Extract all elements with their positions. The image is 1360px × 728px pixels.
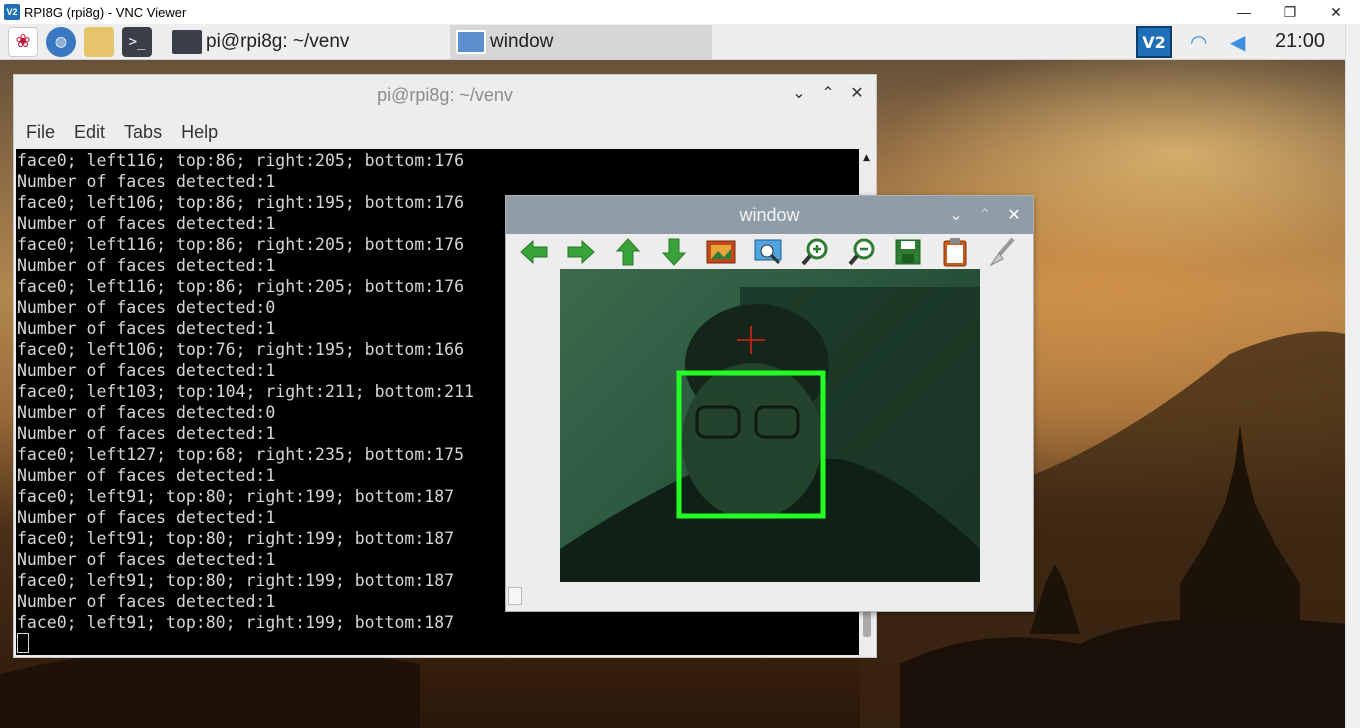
- taskbar-task-terminal-label: pi@rpi8g: ~/venv: [206, 30, 350, 52]
- save-icon[interactable]: [893, 236, 925, 268]
- scroll-thumb[interactable]: [863, 611, 871, 637]
- minimize-button[interactable]: —: [1221, 0, 1267, 24]
- scroll-up-arrow-icon[interactable]: ▲: [863, 153, 870, 163]
- vnc-titlebar: V2 RPI8G (rpi8g) - VNC Viewer — ❐ ✕: [0, 0, 1360, 24]
- terminal-launcher-icon[interactable]: >_: [122, 26, 152, 57]
- menu-edit[interactable]: Edit: [74, 122, 105, 143]
- menu-tabs[interactable]: Tabs: [124, 122, 162, 143]
- remote-desktop: ❀ ◍ >_ pi@rpi8g: ~/venv window V2 ◠ ◀ 21…: [0, 24, 1345, 728]
- window-task-icon: [456, 29, 486, 54]
- terminal-menubar: File Edit Tabs Help: [14, 115, 876, 149]
- image-icon[interactable]: [705, 236, 737, 268]
- volume-icon[interactable]: ◀: [1230, 30, 1245, 54]
- vnc-tray-icon[interactable]: V2: [1136, 26, 1172, 58]
- cv-toolbar: [506, 234, 1033, 270]
- cv-status-indicator: [508, 587, 522, 605]
- cv-image-window: window ⌄ ⌃ ✕: [505, 195, 1034, 612]
- restore-button[interactable]: ❐: [1267, 0, 1313, 24]
- taskbar-task-terminal[interactable]: pi@rpi8g: ~/venv: [166, 25, 355, 59]
- terminal-title: pi@rpi8g: ~/venv: [377, 84, 513, 105]
- arrow-up-icon[interactable]: [612, 236, 644, 268]
- cv-window-titlebar[interactable]: window ⌄ ⌃ ✕: [506, 196, 1033, 234]
- clipboard-icon[interactable]: [939, 236, 971, 268]
- camera-frame-image[interactable]: [560, 269, 980, 582]
- zoom-out-icon[interactable]: [846, 236, 878, 268]
- raspberry-menu-icon[interactable]: ❀: [8, 26, 38, 57]
- arrow-right-icon[interactable]: [565, 236, 597, 268]
- taskbar-task-window[interactable]: window: [450, 24, 712, 59]
- brush-icon[interactable]: [986, 236, 1018, 268]
- chevron-up-icon[interactable]: ⌃: [975, 205, 995, 225]
- chevron-down-icon[interactable]: ⌄: [946, 205, 966, 225]
- terminal-titlebar[interactable]: pi@rpi8g: ~/venv ⌄ ⌃ ✕: [14, 75, 876, 115]
- vnc-window-title: RPI8G (rpi8g) - VNC Viewer: [24, 4, 187, 20]
- terminal-line: face0; left91; top:80; right:199; bottom…: [17, 613, 455, 632]
- clock[interactable]: 21:00: [1275, 30, 1325, 53]
- taskbar: ❀ ◍ >_ pi@rpi8g: ~/venv window V2 ◠ ◀ 21…: [0, 24, 1345, 60]
- wifi-icon[interactable]: ◠: [1190, 30, 1207, 54]
- terminal-line: face0; left116; top:86; right:205; botto…: [17, 151, 465, 170]
- camera-scene: [560, 287, 980, 582]
- chevron-down-icon[interactable]: ⌄: [789, 83, 809, 103]
- zoom-fit-icon[interactable]: [752, 236, 784, 268]
- zoom-in-icon[interactable]: [799, 236, 831, 268]
- arrow-down-icon[interactable]: [658, 236, 690, 268]
- file-manager-folder-icon[interactable]: [84, 26, 114, 57]
- terminal-task-icon: [172, 29, 202, 54]
- vnc-scrollbar[interactable]: [1345, 24, 1360, 728]
- arrow-left-icon[interactable]: [518, 236, 550, 268]
- browser-globe-icon[interactable]: ◍: [46, 26, 76, 57]
- cv-window-title: window: [739, 204, 800, 225]
- close-icon[interactable]: ✕: [847, 83, 867, 103]
- menu-file[interactable]: File: [26, 122, 55, 143]
- chevron-up-icon[interactable]: ⌃: [818, 83, 838, 103]
- close-button[interactable]: ✕: [1313, 0, 1359, 24]
- terminal-cursor: [17, 633, 29, 653]
- vnc-app-icon: V2: [4, 4, 20, 20]
- menu-help[interactable]: Help: [181, 122, 218, 143]
- taskbar-task-window-label: window: [490, 30, 554, 52]
- terminal-line: Number of faces detected:1: [17, 172, 276, 191]
- close-icon[interactable]: ✕: [1004, 205, 1024, 225]
